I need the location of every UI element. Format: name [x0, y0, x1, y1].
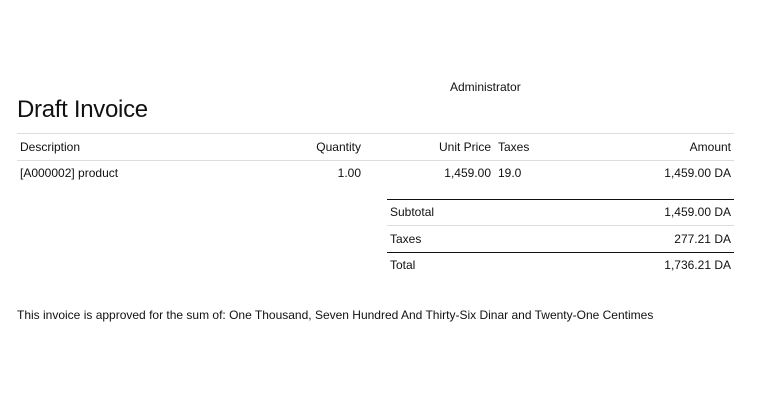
row-description: [A000002] product: [20, 166, 119, 180]
column-header-amount: Amount: [689, 140, 731, 154]
subtotal-divider: [387, 225, 734, 226]
row-amount: 1,459.00 DA: [664, 166, 731, 180]
user-name: Administrator: [450, 80, 521, 94]
page-title: Draft Invoice: [17, 96, 148, 123]
taxes-value: 277.21 DA: [674, 232, 731, 246]
table-top-divider: [17, 133, 734, 134]
taxes-label: Taxes: [390, 232, 422, 246]
total-value: 1,736.21 DA: [664, 258, 731, 272]
row-unit-price: 1,459.00: [444, 166, 491, 180]
subtotal-value: 1,459.00 DA: [664, 205, 731, 219]
column-header-taxes: Taxes: [498, 140, 530, 154]
header-divider: [17, 160, 734, 161]
total-divider: [387, 252, 734, 253]
amount-in-words: This invoice is approved for the sum of:…: [17, 308, 654, 322]
totals-top-divider: [387, 199, 734, 200]
row-quantity: 1.00: [337, 166, 361, 180]
column-header-unit-price: Unit Price: [438, 140, 491, 154]
row-taxes: 19.0: [498, 166, 522, 180]
total-label: Total: [390, 258, 416, 272]
column-header-description: Description: [20, 140, 81, 154]
subtotal-label: Subtotal: [390, 205, 435, 219]
column-header-quantity: Quantity: [316, 140, 361, 154]
